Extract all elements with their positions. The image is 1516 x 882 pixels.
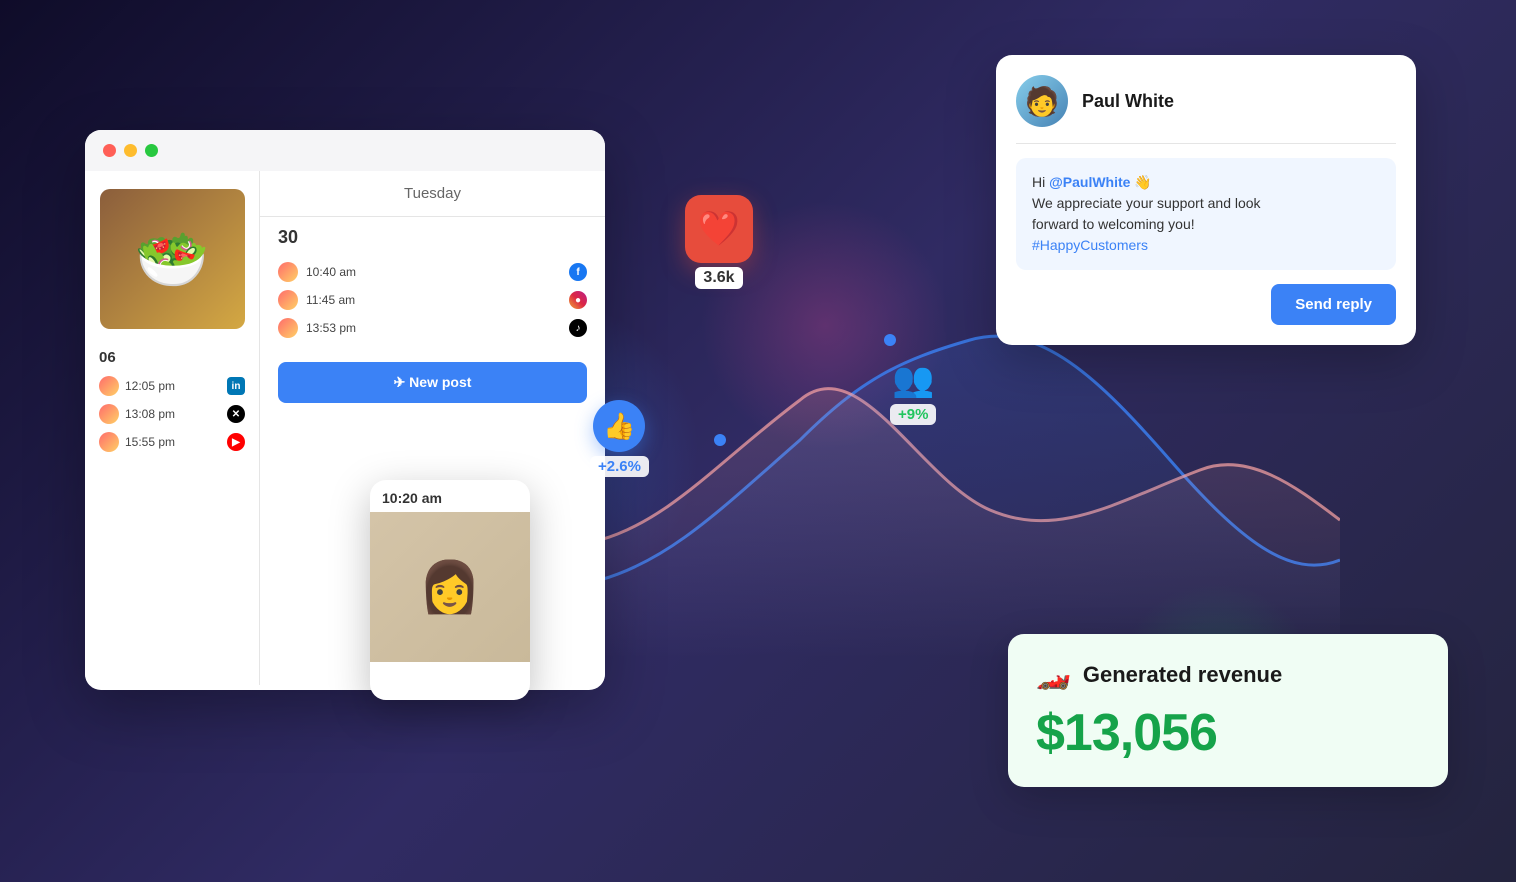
revenue-label: Generated revenue [1083, 662, 1282, 688]
user-avatar: 🧑 [1016, 75, 1068, 127]
facebook-icon: f [569, 263, 587, 281]
event-mini-time-1: 10:40 am [306, 265, 561, 279]
calendar-day-number: 30 [260, 217, 605, 254]
reply-text-line1: Hi @PaulWhite 👋 [1032, 172, 1380, 193]
youtube-icon: ▶ [227, 433, 245, 451]
post-time: 10:20 am [370, 480, 530, 512]
event-time-1: 12:05 pm [125, 379, 221, 393]
heart-icon: ❤️ [685, 195, 753, 263]
event-avatar-2 [99, 404, 119, 424]
event-row-1: 10:40 am f [260, 258, 605, 286]
sidebar-date-06: 06 [85, 337, 259, 372]
user-name: Paul White [1082, 91, 1174, 112]
x-icon: ✕ [227, 405, 245, 423]
revenue-value: $13,056 [1036, 703, 1420, 763]
window-controls [85, 130, 605, 171]
event-avatar-1 [99, 376, 119, 396]
tiktok-icon: ♪ [569, 319, 587, 337]
thumbs-pct: +2.6% [590, 456, 649, 477]
food-image: 🥗 [100, 189, 245, 329]
linkedin-icon: in [227, 377, 245, 395]
users-icon: 👥 [892, 360, 934, 400]
reply-text-line2: We appreciate your support and look [1032, 193, 1380, 214]
users-badge: 👥 +9% [890, 360, 936, 425]
instagram-icon: ● [569, 291, 587, 309]
minimize-dot[interactable] [124, 144, 137, 157]
send-reply-button[interactable]: Send reply [1271, 284, 1396, 325]
mention-text: @PaulWhite [1049, 174, 1130, 190]
event-row-2: 11:45 am ● [260, 286, 605, 314]
reply-text-line3: forward to welcoming you! [1032, 214, 1380, 235]
event-mini-time-3: 13:53 pm [306, 321, 561, 335]
thumbs-icon: 👍 [593, 400, 645, 452]
event-time-3: 15:55 pm [125, 435, 221, 449]
day-events-30: 10:40 am f 11:45 am ● 13:53 pm ♪ [260, 254, 605, 346]
revenue-header: 🏎️ Generated revenue [1036, 658, 1420, 691]
post-preview-card: 10:20 am 👩 [370, 480, 530, 700]
wave-emoji: 👋 [1130, 174, 1151, 190]
users-pct: +9% [890, 404, 936, 425]
event-mini-time-2: 11:45 am [306, 293, 561, 307]
scene: 🥗 06 12:05 pm in 13:08 pm ✕ 15:55 pm ▶ [0, 0, 1516, 882]
event-mini-avatar-1 [278, 262, 298, 282]
event-row-3: 13:53 pm ♪ [260, 314, 605, 342]
maximize-dot[interactable] [145, 144, 158, 157]
sidebar-event-3: 15:55 pm ▶ [85, 428, 259, 456]
post-image: 👩 [370, 512, 530, 662]
calendar-day-header: Tuesday [260, 171, 605, 217]
revenue-card: 🏎️ Generated revenue $13,056 [1008, 634, 1448, 787]
hashtag-text: #HappyCustomers [1032, 235, 1380, 256]
sidebar-event-2: 13:08 pm ✕ [85, 400, 259, 428]
reply-footer: Send reply [1016, 284, 1396, 325]
reply-user-row: 🧑 Paul White [1016, 75, 1396, 127]
reply-card: 🧑 Paul White Hi @PaulWhite 👋 We apprecia… [996, 55, 1416, 345]
sidebar-col: 🥗 06 12:05 pm in 13:08 pm ✕ 15:55 pm ▶ [85, 171, 260, 685]
event-avatar-3 [99, 432, 119, 452]
divider [1016, 143, 1396, 144]
close-dot[interactable] [103, 144, 116, 157]
reply-message-box: Hi @PaulWhite 👋 We appreciate your suppo… [1016, 158, 1396, 270]
event-mini-avatar-3 [278, 318, 298, 338]
event-mini-avatar-2 [278, 290, 298, 310]
heart-value: 3.6k [695, 267, 742, 289]
sidebar-event-1: 12:05 pm in [85, 372, 259, 400]
event-time-2: 13:08 pm [125, 407, 221, 421]
heart-badge: ❤️ 3.6k [685, 195, 753, 289]
thumbs-badge: 👍 +2.6% [590, 400, 649, 477]
revenue-icon: 🏎️ [1036, 658, 1071, 691]
new-post-button[interactable]: ✈ New post [278, 362, 587, 403]
